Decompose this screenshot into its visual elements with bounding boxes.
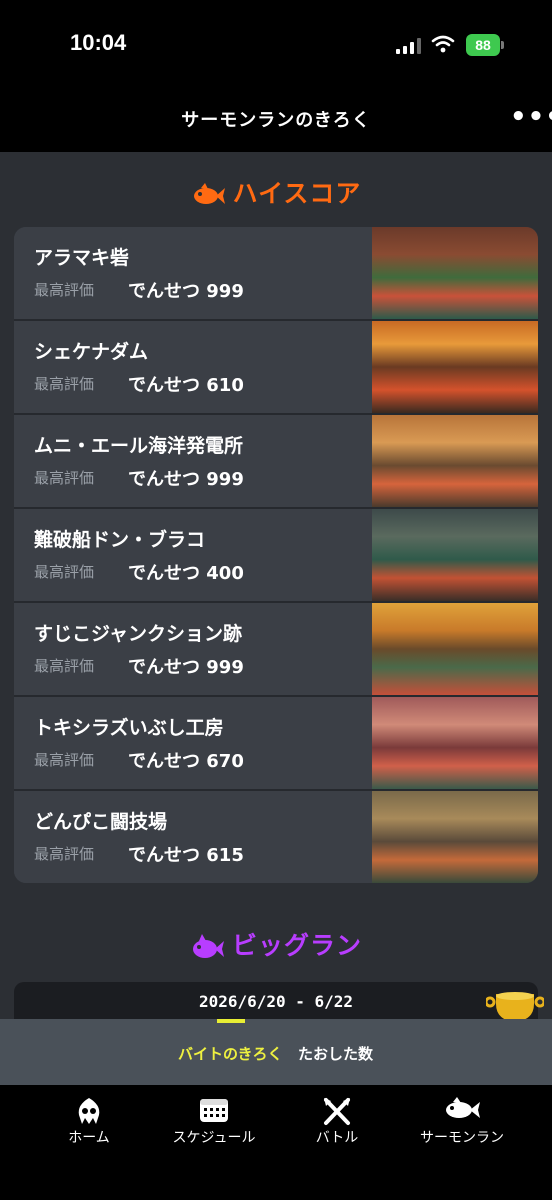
crossed-weapons-icon xyxy=(324,1098,350,1125)
nav-schedule-label: スケジュール xyxy=(172,1130,256,1146)
stage-thumbnail xyxy=(372,415,538,507)
stage-name: すじこジャンクション跡 xyxy=(34,623,243,645)
record-tabs: バイトのきろく たおした数 xyxy=(0,1019,552,1085)
nav-home[interactable]: ホーム xyxy=(20,1085,158,1165)
stage-rank-label: 最高評価 xyxy=(34,845,95,863)
nav-schedule[interactable]: スケジュール xyxy=(145,1085,283,1165)
stage-name: アラマキ砦 xyxy=(34,247,130,269)
stage-rank-label: 最高評価 xyxy=(34,751,95,769)
stage-rank-label: 最高評価 xyxy=(34,563,95,581)
stage-name: 難破船ドン・ブラコ xyxy=(34,529,206,551)
stage-rank-label: 最高評価 xyxy=(34,281,95,299)
nav-home-label: ホーム xyxy=(68,1130,110,1146)
stage-row[interactable]: アラマキ砦 最高評価 でんせつ 999 xyxy=(14,227,538,319)
stage-name: シェケナダム xyxy=(34,341,149,363)
stage-name: どんぴこ闘技場 xyxy=(34,811,168,833)
stage-rank-value: でんせつ 999 xyxy=(128,281,244,302)
stage-thumbnail xyxy=(372,791,538,883)
stage-rank-value: でんせつ 615 xyxy=(128,845,244,866)
stage-thumbnail xyxy=(372,603,538,695)
stage-row[interactable]: すじこジャンクション跡 最高評価 でんせつ 999 xyxy=(14,603,538,695)
stage-rank-value: でんせつ 999 xyxy=(128,657,244,678)
wifi-icon xyxy=(431,35,455,53)
stage-rank-label: 最高評価 xyxy=(34,657,95,675)
stage-name: ムニ・エール海洋発電所 xyxy=(34,435,244,457)
stage-rank-value: でんせつ 610 xyxy=(128,375,244,396)
app-header: サーモンランのきろく ••• xyxy=(0,90,552,152)
stage-rank-value: でんせつ 400 xyxy=(128,563,244,584)
stage-rank-label: 最高評価 xyxy=(34,469,95,487)
stage-row[interactable]: ムニ・エール海洋発電所 最高評価 でんせつ 999 xyxy=(14,415,538,507)
stage-row[interactable]: シェケナダム 最高評価 でんせつ 610 xyxy=(14,321,538,413)
stage-row[interactable]: トキシラズいぶし工房 最高評価 でんせつ 670 xyxy=(14,697,538,789)
big-run-card[interactable]: 2026/6/20 - 6/22 xyxy=(14,982,538,1022)
squid-icon xyxy=(78,1098,100,1124)
nav-battle[interactable]: バトル xyxy=(268,1085,406,1165)
stage-thumbnail xyxy=(372,509,538,601)
stage-rank-label: 最高評価 xyxy=(34,375,95,393)
stage-list: アラマキ砦 最高評価 でんせつ 999 シェケナダム 最高評価 でんせつ 610… xyxy=(14,227,538,883)
battery-indicator: 88 xyxy=(466,34,500,56)
battery-tip xyxy=(501,41,504,49)
stage-row[interactable]: どんぴこ闘技場 最高評価 でんせつ 615 xyxy=(14,791,538,883)
page-title: サーモンランのきろく xyxy=(181,110,371,131)
big-run-heading: ビッグラン xyxy=(0,926,552,962)
stage-row[interactable]: 難破船ドン・ブラコ 最高評価 でんせつ 400 xyxy=(14,509,538,601)
stage-rank-value: でんせつ 999 xyxy=(128,469,244,490)
big-run-date: 2026/6/20 - 6/22 xyxy=(198,992,354,1011)
bottom-navigation: ホーム スケジュール バトル サーモンラン xyxy=(0,1085,552,1200)
cellular-signal-icon xyxy=(396,38,421,54)
nav-salmon-run-label: サーモンラン xyxy=(420,1130,504,1146)
tab-indicator xyxy=(217,1019,245,1023)
big-run-salmon-icon xyxy=(192,934,224,958)
nav-salmon-run[interactable]: サーモンラン xyxy=(393,1085,531,1165)
calendar-icon xyxy=(200,1099,228,1122)
stage-thumbnail xyxy=(372,321,538,413)
salmon-icon xyxy=(446,1097,480,1118)
status-time: 10:04 xyxy=(70,30,127,55)
big-run-title: ビッグラン xyxy=(231,931,362,960)
status-bar: 10:04 88 xyxy=(0,0,552,90)
high-score-heading: ハイスコア xyxy=(0,174,552,210)
stage-rank-value: でんせつ 670 xyxy=(128,751,244,772)
stage-name: トキシラズいぶし工房 xyxy=(34,717,224,739)
salmon-icon xyxy=(193,183,225,204)
tab-defeated-count[interactable]: たおした数 xyxy=(298,1043,373,1064)
tab-work-record[interactable]: バイトのきろく xyxy=(178,1043,283,1064)
nav-battle-label: バトル xyxy=(315,1130,359,1146)
high-score-title: ハイスコア xyxy=(232,179,362,208)
stage-thumbnail xyxy=(372,697,538,789)
stage-thumbnail xyxy=(372,227,538,319)
more-options-button[interactable]: ••• xyxy=(510,102,552,132)
